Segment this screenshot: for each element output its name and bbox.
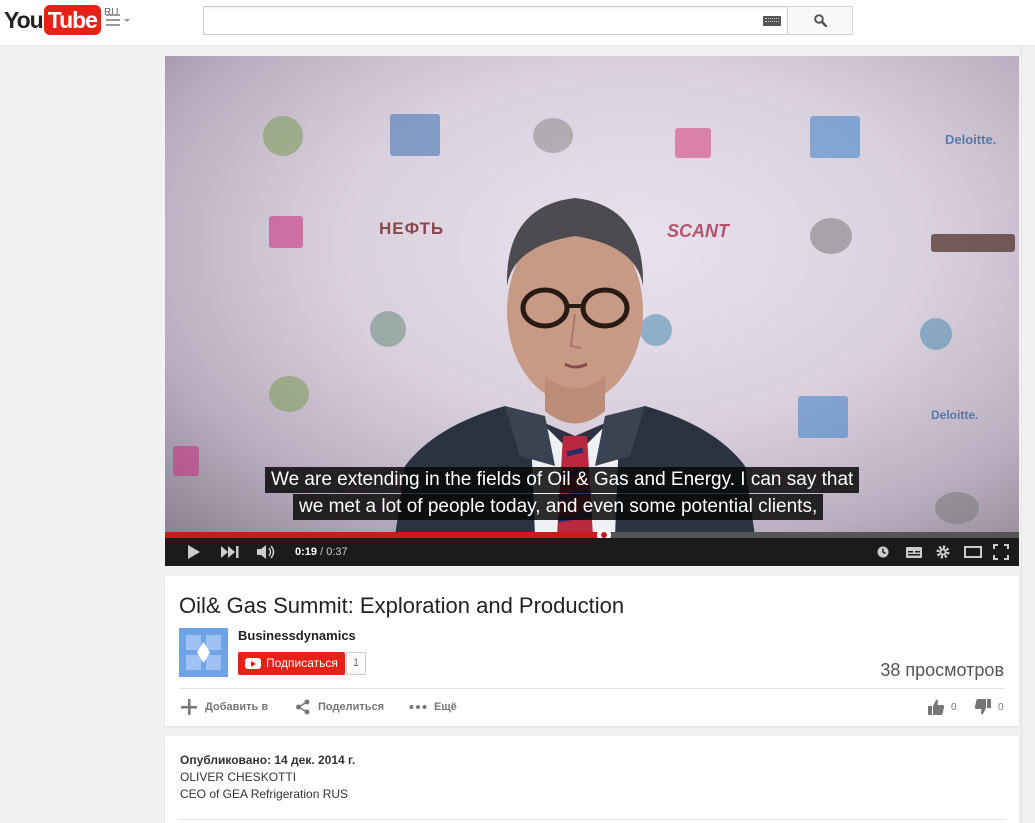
more-dots-icon (409, 705, 427, 709)
volume-icon[interactable] (257, 545, 277, 559)
page-scrollbar[interactable] (1021, 46, 1035, 823)
sponsor-logo-gray (935, 492, 979, 524)
subscriber-count: 1 (346, 652, 367, 675)
sponsor-text-deloitte: Deloitte. (945, 132, 997, 147)
play-icon[interactable] (187, 544, 201, 560)
sponsor-logo-hex (920, 318, 952, 350)
sponsor-logo-pink (173, 446, 199, 476)
thumbs-down-icon (974, 699, 991, 715)
caption-line-2: we met a lot of people today, and even s… (293, 494, 824, 520)
like-button[interactable]: 0 (927, 698, 957, 716)
sponsor-logo-pink (269, 216, 303, 248)
video-title: Oil& Gas Summit: Exploration and Product… (179, 593, 625, 618)
search-input[interactable] (208, 9, 748, 32)
player-controls: 0:19 / 0:37 (165, 538, 1019, 566)
description-card: Опубликовано: 14 дек. 2014 г. OLIVER CHE… (165, 736, 1019, 823)
like-count: 0 (951, 701, 957, 713)
fullscreen-icon[interactable] (993, 544, 1009, 560)
search-button[interactable] (787, 6, 853, 35)
more-label: Ещё (434, 701, 457, 713)
channel-avatar[interactable] (179, 628, 228, 677)
video-frame[interactable]: Deloitte. НЕФТЬ SCANT Deloitte. We are e… (165, 56, 1019, 536)
more-actions-button[interactable]: Ещё (409, 698, 457, 716)
next-icon[interactable] (221, 546, 239, 558)
thumbs-up-icon (928, 699, 945, 715)
watch-later-icon[interactable] (877, 546, 889, 558)
share-label: Поделиться (318, 701, 385, 713)
captions-icon[interactable] (906, 547, 922, 558)
youtube-logo[interactable]: You Tube RU (4, 5, 118, 35)
plus-icon (181, 699, 197, 715)
search-box (203, 6, 788, 35)
time-display: 0:19 / 0:37 (295, 546, 348, 558)
masthead: You Tube RU (0, 0, 1035, 46)
sponsor-logo-dark (931, 234, 1015, 252)
video-info-card: Oil& Gas Summit: Exploration and Product… (165, 576, 1019, 726)
dislike-button[interactable]: 0 (974, 698, 1004, 716)
view-count: 38 просмотров (880, 660, 1004, 680)
video-player[interactable]: Deloitte. НЕФТЬ SCANT Deloitte. We are e… (165, 56, 1019, 566)
channel-name-link[interactable]: Businessdynamics (238, 628, 356, 643)
description-line-2: CEO of GEA Refrigeration RUS (180, 787, 349, 801)
subscribe-label: Подписаться (266, 656, 338, 670)
publish-date: Опубликовано: 14 дек. 2014 г. (180, 753, 356, 767)
guide-menu-button[interactable] (106, 14, 132, 30)
duration: / 0:37 (317, 546, 348, 558)
search-icon (814, 14, 827, 27)
sponsor-logo-circle (269, 376, 309, 412)
youtube-play-icon (245, 658, 261, 669)
theater-mode-icon[interactable] (964, 546, 982, 558)
sponsor-logo-blue (798, 396, 848, 438)
sponsor-logo-gray (810, 218, 852, 254)
divider (180, 819, 1004, 820)
caption-line-1: We are extending in the fields of Oil & … (265, 467, 860, 493)
keyboard-icon[interactable] (763, 16, 781, 26)
logo-you-text: You (4, 7, 44, 33)
sponsor-logo-blue (810, 116, 860, 158)
settings-gear-icon[interactable] (935, 544, 951, 560)
share-icon (296, 699, 310, 715)
divider (179, 688, 1005, 689)
add-to-label: Добавить в (205, 701, 269, 713)
description-line-1: OLIVER CHESKOTTI (180, 770, 297, 784)
current-time: 0:19 (295, 546, 318, 558)
caret-down-icon (124, 19, 130, 22)
sponsor-text-deloitte: Deloitte. (931, 408, 979, 422)
logo-tube-text: Tube (43, 5, 101, 35)
channel-logo-icon (186, 635, 221, 670)
dislike-count: 0 (998, 701, 1004, 713)
sponsor-logo-circle (263, 116, 303, 156)
hamburger-icon (106, 14, 120, 26)
share-button[interactable]: Поделиться (295, 698, 384, 716)
subscribe-button[interactable]: Подписаться (238, 652, 345, 675)
add-to-button[interactable]: Добавить в (180, 698, 268, 716)
